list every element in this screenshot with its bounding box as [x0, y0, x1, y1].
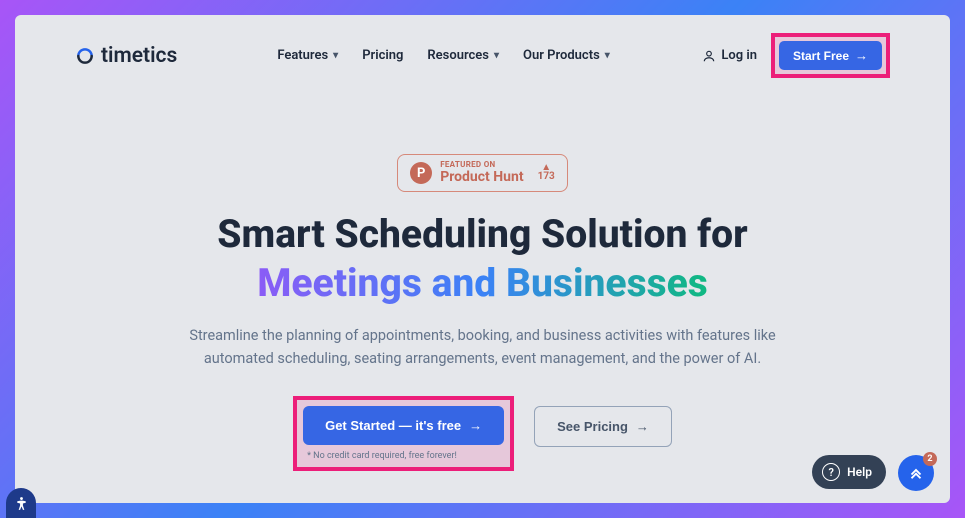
product-hunt-icon: P [410, 162, 432, 184]
notification-badge: 2 [923, 452, 937, 466]
nav-features[interactable]: Features▾ [277, 48, 338, 63]
help-icon: ? [822, 463, 840, 481]
nav-our-products[interactable]: Our Products▾ [523, 48, 610, 63]
see-pricing-button[interactable]: See Pricing→ [534, 406, 672, 447]
scroll-to-top-button[interactable]: 2 [898, 455, 934, 491]
cta-row: Get Started — it's free→ * No credit car… [95, 396, 870, 471]
chevron-down-icon: ▾ [494, 50, 499, 61]
logo-icon [75, 46, 95, 66]
header: timetics Features▾ Pricing Resources▾ Ou… [15, 15, 950, 96]
hero-section: P FEATURED ON Product Hunt ▲ 173 Smart S… [15, 96, 950, 471]
cta-disclaimer: * No credit card required, free forever! [307, 451, 457, 461]
main-nav: Features▾ Pricing Resources▾ Our Product… [277, 48, 609, 63]
highlight-start-free: Start Free→ [771, 33, 890, 78]
user-icon [702, 49, 716, 63]
arrow-right-icon: → [636, 419, 649, 434]
hero-title: Smart Scheduling Solution for Meetings a… [95, 210, 870, 308]
accessibility-widget[interactable] [6, 488, 36, 518]
brand-logo[interactable]: timetics [75, 44, 177, 68]
ph-name: Product Hunt [440, 170, 523, 185]
start-free-button[interactable]: Start Free→ [779, 41, 882, 70]
ph-votes: ▲ 173 [538, 165, 555, 182]
help-widget[interactable]: ? Help [812, 455, 886, 489]
nav-resources[interactable]: Resources▾ [427, 48, 499, 63]
arrow-right-icon: → [855, 48, 868, 63]
chevron-up-icon [907, 464, 925, 482]
nav-pricing[interactable]: Pricing [362, 48, 403, 63]
product-hunt-badge[interactable]: P FEATURED ON Product Hunt ▲ 173 [397, 154, 568, 192]
get-started-button[interactable]: Get Started — it's free→ [303, 406, 504, 445]
brand-name: timetics [101, 44, 177, 68]
hero-subtitle: Streamline the planning of appointments,… [173, 324, 793, 370]
arrow-right-icon: → [469, 418, 482, 433]
chevron-down-icon: ▾ [333, 50, 338, 61]
accessibility-icon [13, 495, 30, 512]
chevron-down-icon: ▾ [605, 50, 610, 61]
header-actions: Log in Start Free→ [702, 33, 890, 78]
page-container: timetics Features▾ Pricing Resources▾ Ou… [15, 15, 950, 503]
login-link[interactable]: Log in [702, 48, 757, 63]
highlight-get-started: Get Started — it's free→ * No credit car… [293, 396, 514, 471]
